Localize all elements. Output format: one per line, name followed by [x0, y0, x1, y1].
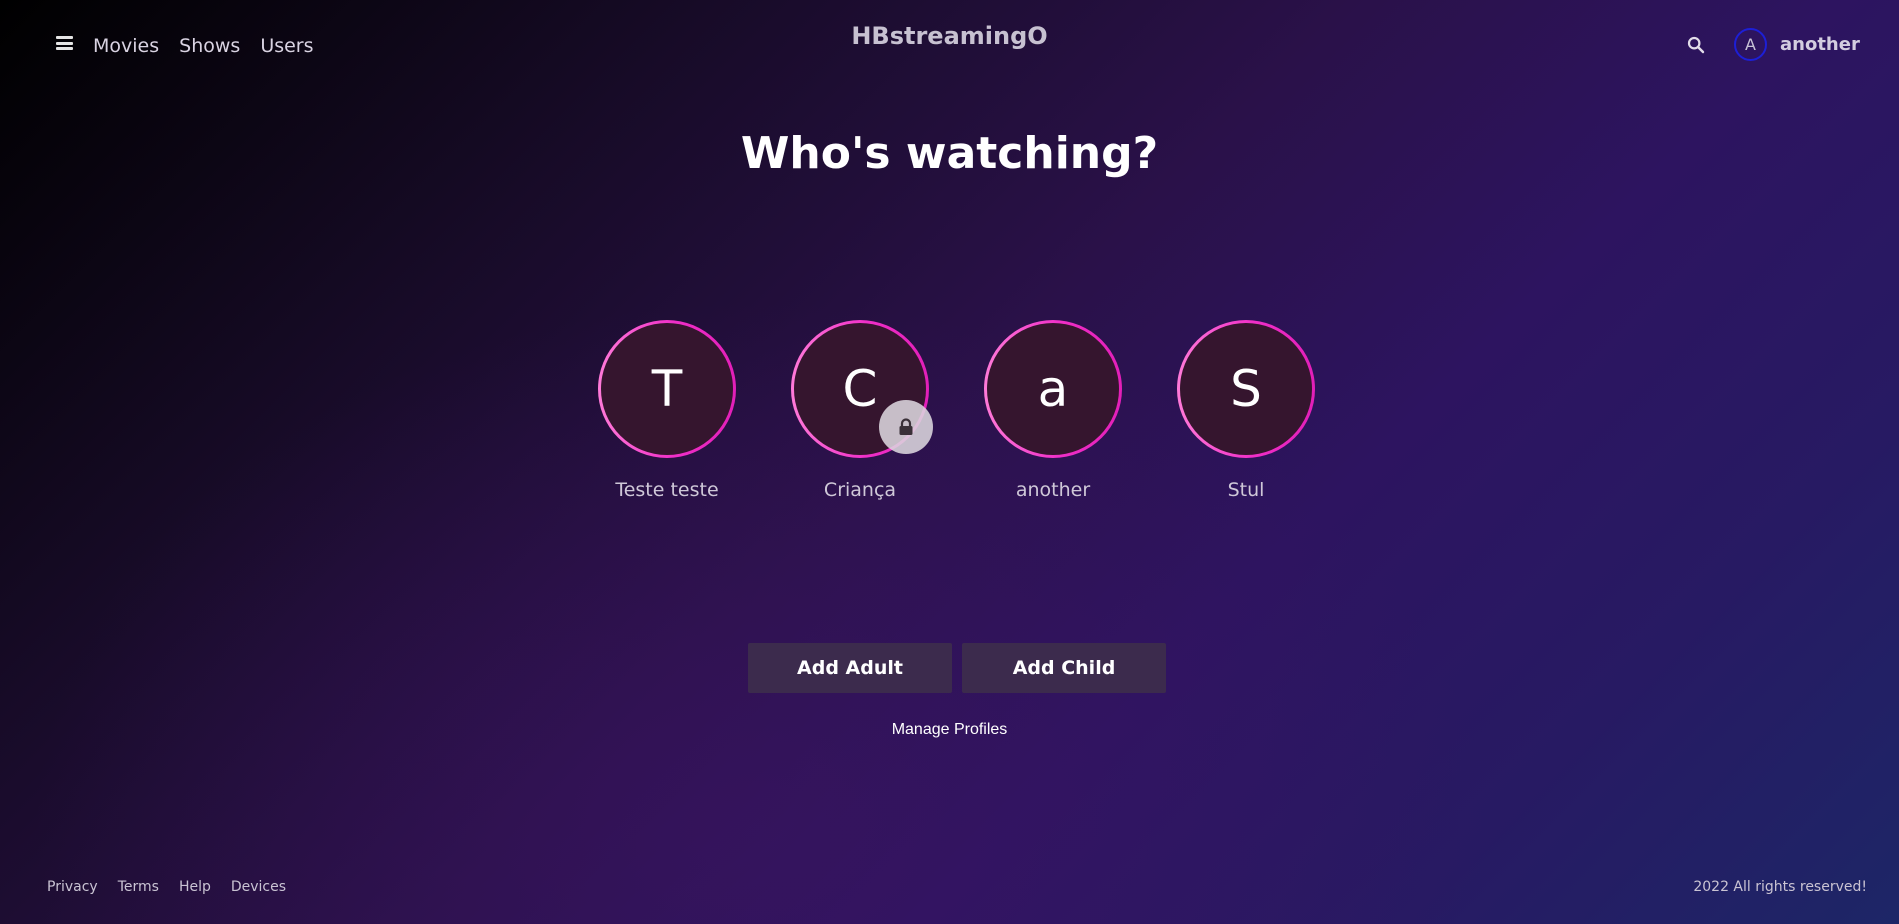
- top-navbar: Movies Shows Users HBstreamingO A anothe…: [0, 0, 1899, 92]
- profile-initial: S: [1180, 323, 1312, 455]
- profile-card[interactable]: T Teste teste: [598, 320, 736, 502]
- profile-card[interactable]: a another: [984, 320, 1122, 502]
- add-child-button[interactable]: Add Child: [962, 643, 1166, 693]
- profile-card[interactable]: S Stul: [1177, 320, 1315, 502]
- profile-avatar: T: [598, 320, 736, 458]
- copyright-text: 2022 All rights reserved!: [1693, 879, 1867, 895]
- page-title: Who's watching?: [740, 128, 1159, 179]
- profile-name: Criança: [823, 479, 897, 501]
- profile-avatar: S: [1177, 320, 1315, 458]
- main-nav: Movies Shows Users: [93, 33, 314, 59]
- hamburger-menu-icon[interactable]: [56, 36, 73, 50]
- profile-name: Stul: [1227, 479, 1265, 501]
- footer-privacy-link[interactable]: Privacy: [47, 879, 98, 895]
- manage-profiles-link[interactable]: Manage Profiles: [892, 721, 1008, 738]
- profile-avatar: a: [984, 320, 1122, 458]
- manage-profiles-wrapper: Manage Profiles: [0, 721, 1899, 739]
- brand-logo[interactable]: HBstreamingO: [851, 22, 1047, 50]
- current-user-name: another: [1780, 34, 1860, 55]
- footer-help-link[interactable]: Help: [179, 879, 211, 895]
- profile-initial: T: [601, 323, 733, 455]
- profile-actions: Add Adult Add Child: [748, 643, 1166, 693]
- avatar: A: [1734, 28, 1767, 61]
- nav-users-link[interactable]: Users: [260, 33, 313, 59]
- add-adult-button[interactable]: Add Adult: [748, 643, 952, 693]
- footer-devices-link[interactable]: Devices: [231, 879, 286, 895]
- footer-links: Privacy Terms Help Devices: [47, 879, 286, 895]
- user-menu[interactable]: A another: [1734, 28, 1860, 61]
- footer-terms-link[interactable]: Terms: [118, 879, 159, 895]
- profile-name: Teste teste: [615, 479, 719, 501]
- profile-avatar: C: [791, 320, 933, 458]
- search-icon[interactable]: [1687, 36, 1705, 54]
- profile-name: another: [1015, 479, 1091, 501]
- profile-list: T Teste teste C Criança a another S Stul: [598, 320, 1315, 502]
- profile-card[interactable]: C Criança: [791, 320, 933, 502]
- nav-shows-link[interactable]: Shows: [179, 33, 240, 59]
- lock-icon: [879, 400, 933, 454]
- nav-movies-link[interactable]: Movies: [93, 33, 159, 59]
- profile-initial: a: [987, 323, 1119, 455]
